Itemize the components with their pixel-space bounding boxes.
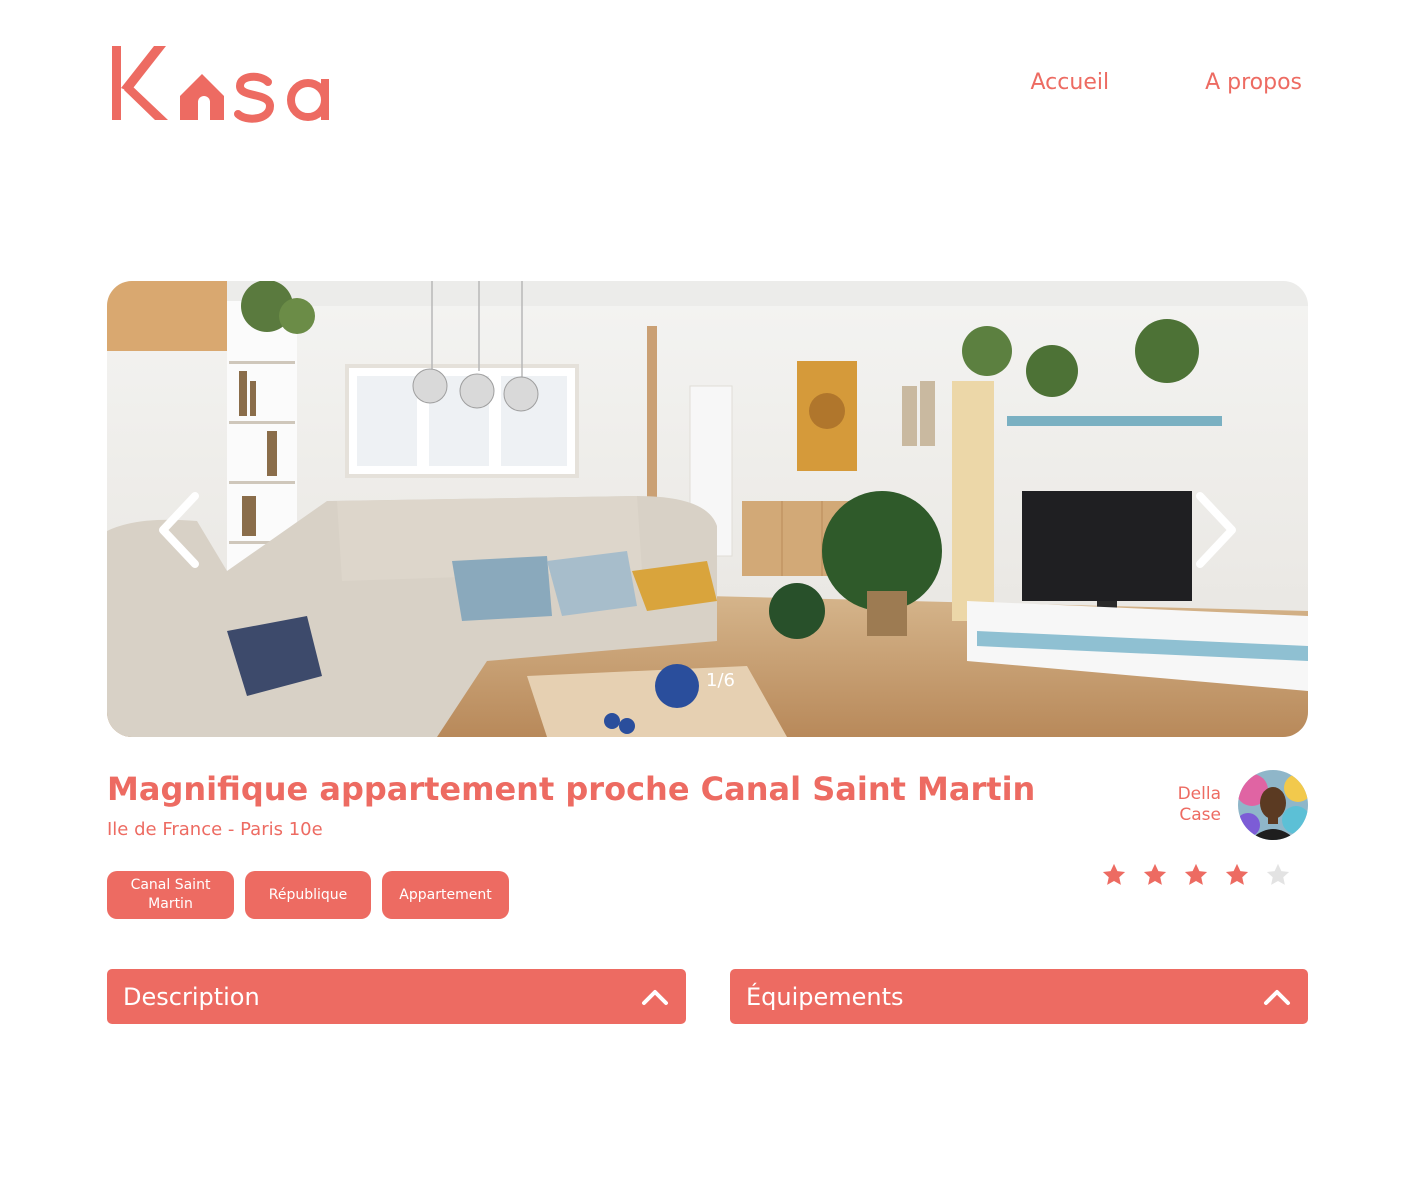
host-info: Della Case [1161,770,1308,840]
equipments-collapse-toggle[interactable]: Équipements [730,969,1308,1024]
kasa-logo[interactable] [110,44,350,124]
star-filled-icon [1102,863,1126,885]
chevron-up-icon [1264,989,1290,1005]
description-collapse-toggle[interactable]: Description [107,969,686,1024]
previous-photo-arrow-icon[interactable] [155,490,203,570]
star-filled-icon [1225,863,1249,885]
next-photo-arrow-icon[interactable] [1192,490,1240,570]
nav-link-accueil[interactable]: Accueil [1031,70,1110,95]
listing-location: Ile de France - Paris 10e [107,819,323,840]
equipments-label: Équipements [746,982,904,1011]
host-last-name: Case [1179,805,1221,825]
apartment-photo [107,281,1308,737]
star-filled-icon [1143,863,1167,885]
tag: Appartement [382,871,509,919]
photo-counter: 1/6 [706,670,735,691]
tag-list: Canal Saint Martin République Appartemen… [107,871,509,919]
photo-carousel [107,281,1308,737]
host-first-name: Della [1177,784,1221,804]
description-label: Description [123,982,260,1011]
host-name: Della Case [1161,784,1221,826]
tag: République [245,871,371,919]
host-avatar-image [1238,770,1308,840]
kasa-logo-icon [112,46,329,123]
listing-title: Magnifique appartement proche Canal Sain… [107,770,1036,808]
main-nav: Accueil A propos [1031,70,1302,95]
tag: Canal Saint Martin [107,871,234,919]
host-avatar [1238,770,1308,840]
nav-link-a-propos[interactable]: A propos [1205,70,1302,95]
rating-stars [1100,861,1292,889]
chevron-up-icon [642,989,668,1005]
star-filled-icon [1184,863,1208,885]
star-empty-icon [1266,863,1290,885]
